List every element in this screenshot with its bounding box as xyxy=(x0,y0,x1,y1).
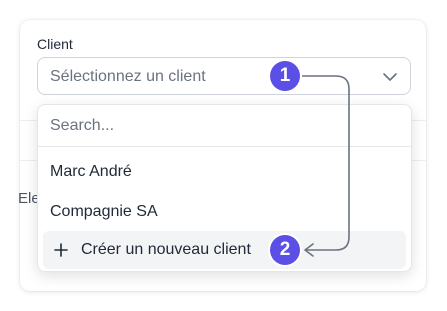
client-select-placeholder: Sélectionnez un client xyxy=(50,68,206,85)
create-client-button[interactable]: Créer un nouveau client xyxy=(43,231,406,269)
chevron-down-icon xyxy=(383,73,397,81)
step-1-number: 1 xyxy=(279,65,291,86)
step-1-badge: 1 xyxy=(270,61,300,91)
plus-icon xyxy=(54,243,68,257)
client-select[interactable]: Sélectionnez un client xyxy=(37,57,411,95)
client-dropdown: Marc André Compagnie SA Créer un nouveau… xyxy=(37,104,412,272)
step-2-badge: 2 xyxy=(270,235,300,265)
create-client-label: Créer un nouveau client xyxy=(81,241,251,258)
step-2-number: 2 xyxy=(279,239,291,260)
client-search-input[interactable] xyxy=(50,115,350,137)
dropdown-divider xyxy=(38,146,411,147)
client-field-label: Client xyxy=(37,36,73,52)
client-option-compagnie-sa[interactable]: Compagnie SA xyxy=(50,203,158,221)
client-option-marc-andre[interactable]: Marc André xyxy=(50,163,132,181)
